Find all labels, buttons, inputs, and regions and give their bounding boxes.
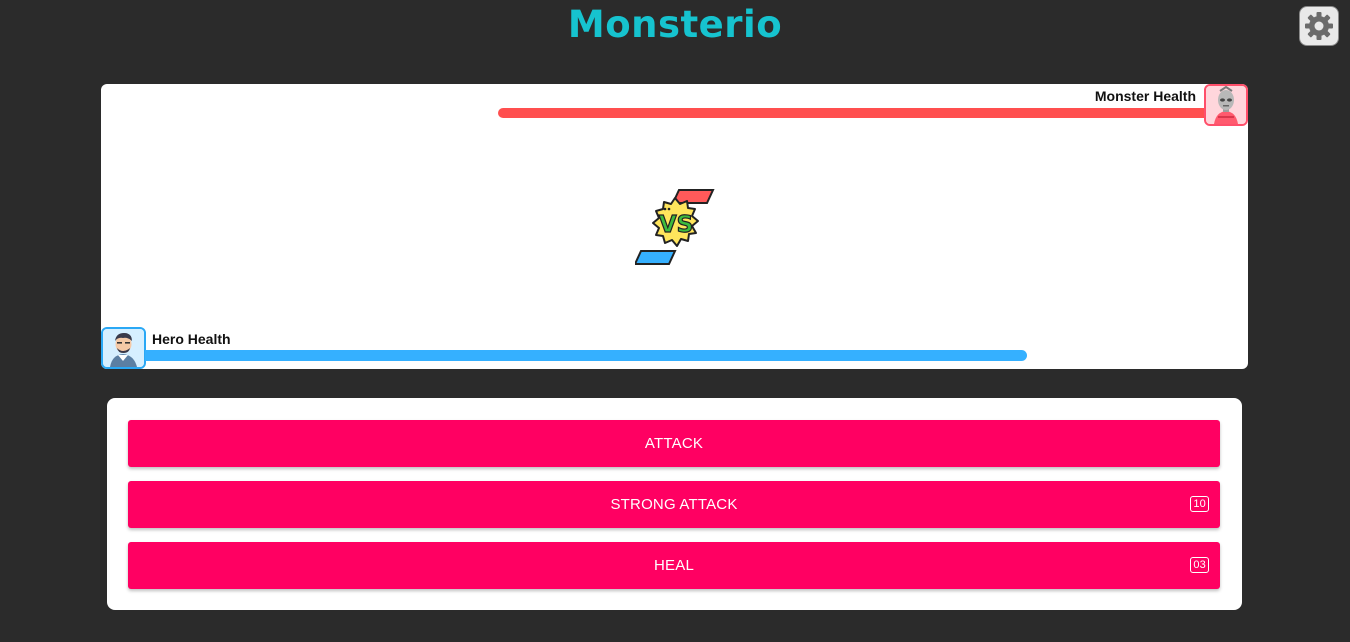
- monster-avatar: [1204, 84, 1248, 126]
- heal-count-badge: 03: [1190, 557, 1209, 573]
- heal-button-label: HEAL: [654, 557, 694, 574]
- app-title: Monsterio: [567, 3, 783, 46]
- strong-attack-button-label: STRONG ATTACK: [610, 496, 738, 513]
- settings-button[interactable]: [1299, 6, 1339, 46]
- heal-button[interactable]: HEAL 03: [128, 542, 1220, 589]
- monster-health-label: Monster Health: [1094, 88, 1196, 104]
- action-panel: ATTACK STRONG ATTACK 10 HEAL 03: [107, 398, 1242, 610]
- strong-attack-count-badge: 10: [1190, 496, 1209, 512]
- attack-button[interactable]: ATTACK: [128, 420, 1220, 467]
- hero-health-label: Hero Health: [152, 331, 231, 347]
- gear-icon: [1305, 12, 1333, 40]
- versus-badge: VS: [633, 186, 715, 268]
- attack-button-label: ATTACK: [644, 435, 704, 452]
- hero-health-bar: [145, 350, 1027, 361]
- strong-attack-button[interactable]: STRONG ATTACK 10: [128, 481, 1220, 528]
- monster-health-fill: [497, 108, 1248, 118]
- monster-health-bar: [322, 108, 1248, 118]
- battle-arena: Monster Health VS Hero Health: [101, 84, 1248, 369]
- hero-avatar-icon: [103, 329, 144, 367]
- vs-icon: VS: [633, 189, 715, 265]
- svg-text:VS: VS: [659, 212, 693, 238]
- hero-avatar: [101, 327, 146, 369]
- hero-health-fill: [145, 350, 1027, 361]
- game-app: Monsterio Monster Health VS Hero Health …: [0, 0, 1350, 642]
- monster-avatar-icon: [1206, 86, 1246, 124]
